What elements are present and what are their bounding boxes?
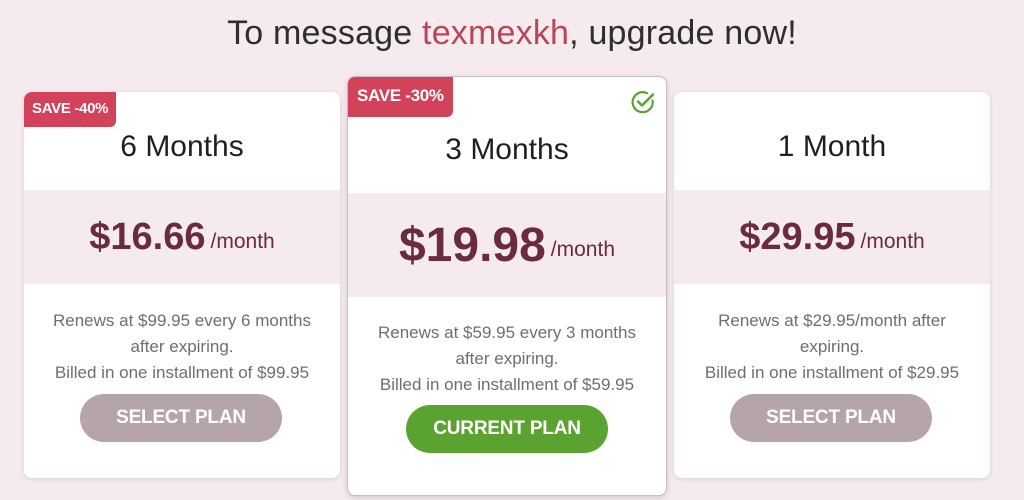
price-band: $16.66 /month: [24, 190, 340, 284]
plan-title: 1 Month: [777, 130, 887, 163]
plan-details: Renews at $99.95 every 6 months after ex…: [24, 308, 340, 386]
plan-details: Renews at $29.95/month after expiring. B…: [674, 308, 990, 386]
price-period: /month: [860, 230, 925, 253]
details-line: Renews at $59.95 every 3 months: [378, 323, 636, 342]
details-line: Renews at $99.95 every 6 months: [53, 311, 311, 330]
plan-details: Renews at $59.95 every 3 months after ex…: [348, 320, 666, 398]
plan-title: 6 Months: [120, 130, 244, 163]
details-line: after expiring.: [455, 349, 559, 368]
save-badge: SAVE -40%: [24, 92, 117, 127]
select-plan-button[interactable]: SELECT PLAN: [730, 394, 932, 442]
price-period: /month: [210, 230, 275, 253]
select-plan-button[interactable]: SELECT PLAN: [80, 394, 282, 442]
username-link[interactable]: texmexkh: [422, 14, 569, 52]
plan-card-6-months[interactable]: SAVE -40% 6 Months $16.66 /month Renews …: [24, 92, 340, 478]
save-badge: SAVE -30%: [348, 77, 453, 117]
details-line: Billed in one installment of $59.95: [379, 375, 635, 394]
details-line: expiring.: [799, 337, 865, 356]
details-line: Billed in one installment of $29.95: [704, 363, 960, 382]
current-plan-button[interactable]: CURRENT PLAN: [406, 405, 608, 453]
price-band: $19.98 /month: [348, 193, 666, 297]
price-amount: $16.66: [89, 215, 206, 258]
details-line: Billed in one installment of $99.95: [54, 363, 310, 382]
upgrade-headline: To message texmexkh, upgrade now!: [0, 14, 1024, 53]
price-amount: $19.98: [398, 218, 546, 272]
price-amount: $29.95: [739, 215, 856, 258]
price-period: /month: [550, 238, 615, 261]
check-circle-icon: [631, 91, 655, 114]
details-line: Renews at $29.95/month after: [718, 311, 946, 330]
headline-suffix: , upgrade now!: [569, 14, 797, 52]
details-line: after expiring.: [130, 337, 234, 356]
headline-prefix: To message: [227, 14, 423, 52]
price-band: $29.95 /month: [674, 190, 990, 284]
plan-card-3-months[interactable]: SAVE -30% 3 Months $19.98 /month Renews …: [347, 76, 667, 496]
plan-card-1-month[interactable]: 1 Month $29.95 /month Renews at $29.95/m…: [674, 92, 990, 478]
plan-title: 3 Months: [445, 133, 569, 166]
